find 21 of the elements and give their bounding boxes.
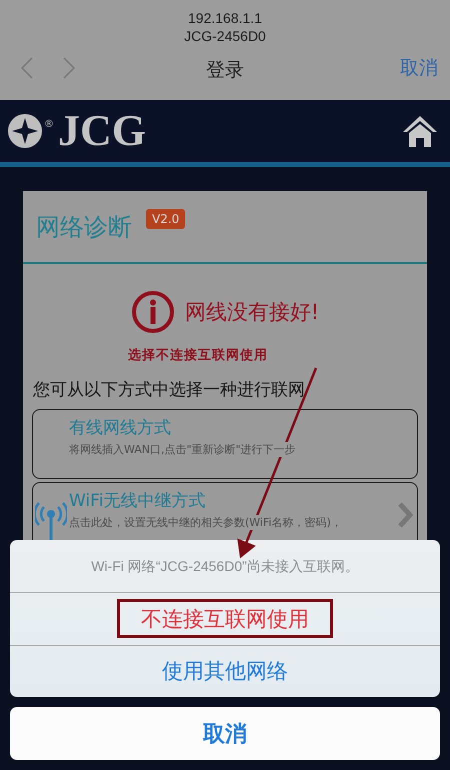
page-title: 登录 — [205, 58, 245, 83]
alert-message: 网线没有接好! — [184, 299, 320, 326]
version-badge: V2.0 — [146, 208, 186, 228]
sheet-action[interactable]: 不连接互联网使用 — [10, 593, 440, 644]
page-address: 192.168.1.1 — [188, 9, 262, 27]
connection-option[interactable]: 有线网线方式 将网线插入WAN口,点击"重新诊断"进行下一步 — [32, 409, 418, 479]
sheet-message: Wi-Fi 网络“JCG-2456D0”尚未接入互联网。 — [10, 540, 440, 593]
card-title: 网络诊断 — [36, 212, 132, 242]
forward-icon[interactable] — [62, 56, 76, 80]
info-icon — [130, 290, 175, 334]
logo-text: JCG — [58, 109, 146, 153]
cancel-button[interactable]: 取消 — [10, 707, 440, 760]
registered-mark: ® — [44, 119, 54, 130]
cancel-link[interactable]: 取消 — [400, 55, 438, 81]
home-icon[interactable] — [402, 114, 438, 148]
back-icon[interactable] — [20, 56, 34, 80]
annotation-text: 选择不连接互联网使用 — [127, 346, 269, 364]
chevron-right-icon — [397, 501, 413, 529]
network-name: JCG-2456D0 — [184, 27, 266, 45]
sheet-action[interactable]: 使用其他网络 — [10, 644, 440, 697]
prompt-text: 您可从以下方式中选择一种进行联网 — [33, 379, 306, 401]
